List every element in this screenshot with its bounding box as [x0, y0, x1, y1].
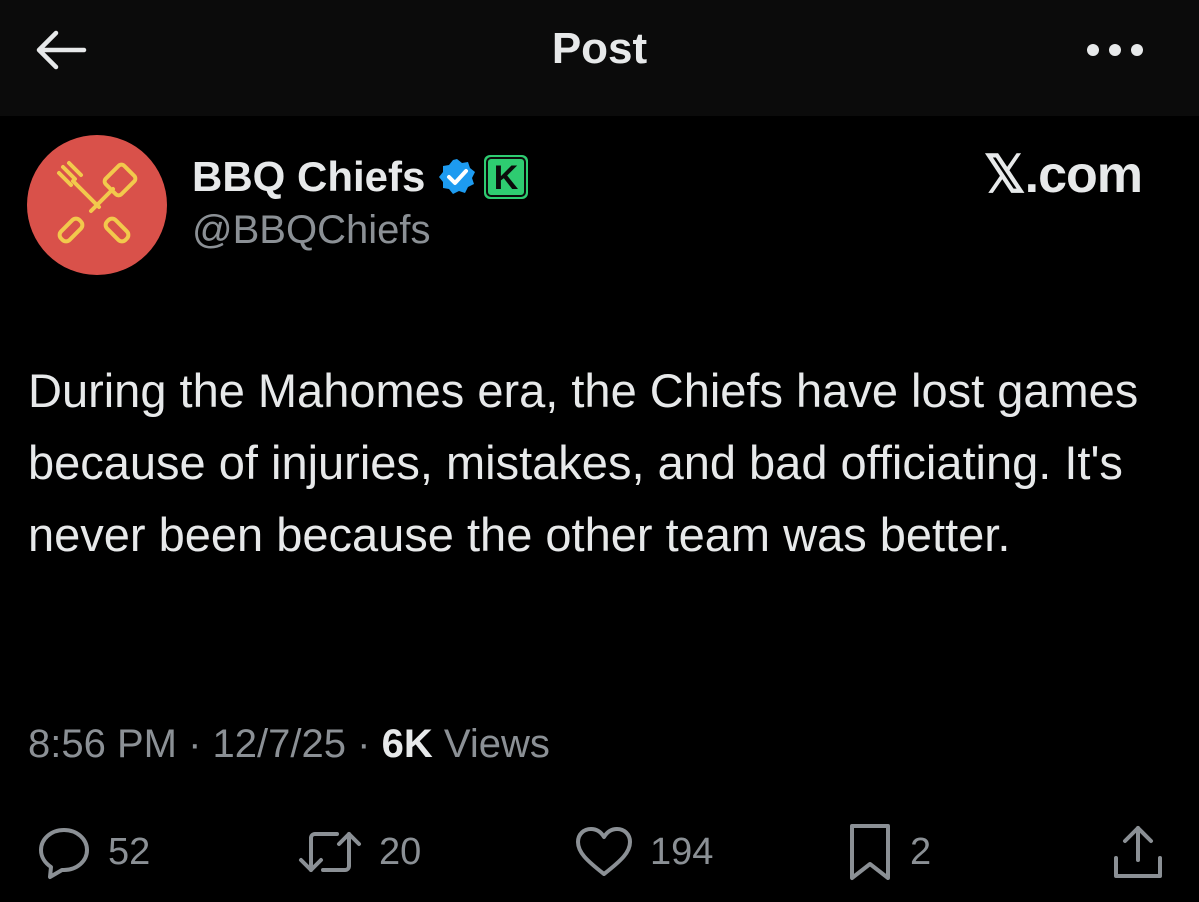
- views-count: 6K: [381, 722, 433, 766]
- share-icon: [1114, 826, 1162, 878]
- post-time[interactable]: 8:56 PM: [28, 722, 177, 766]
- affiliate-badge-letter: K: [494, 159, 519, 197]
- reply-count: 52: [108, 830, 151, 873]
- heart-icon: [576, 827, 632, 876]
- repost-count: 20: [379, 830, 422, 873]
- affiliate-badge[interactable]: K: [483, 154, 529, 200]
- meta-separator: ·: [188, 722, 202, 766]
- reply-button[interactable]: 52: [36, 820, 150, 884]
- repost-icon: [299, 832, 361, 872]
- top-bar: Post: [0, 0, 1199, 116]
- author-handle[interactable]: @BBQChiefs: [192, 208, 430, 253]
- crossed-bbq-tools-icon: [57, 161, 138, 244]
- author-name-row: BBQ Chiefs K: [192, 150, 529, 204]
- avatar[interactable]: [27, 135, 167, 275]
- like-button[interactable]: 194: [574, 820, 713, 884]
- post-text: During the Mahomes era, the Chiefs have …: [28, 364, 1139, 561]
- bookmark-button[interactable]: 2: [846, 820, 931, 884]
- reply-bubble-icon: [39, 828, 89, 879]
- views-label: Views: [443, 722, 550, 766]
- post-date[interactable]: 12/7/25: [213, 722, 346, 766]
- like-count: 194: [650, 830, 714, 873]
- share-button[interactable]: [1108, 820, 1168, 884]
- bookmark-count: 2: [910, 830, 932, 873]
- post-meta: 8:56 PM · 12/7/25 · 6K Views: [28, 722, 550, 767]
- more-options-button[interactable]: [1080, 28, 1150, 72]
- meta-separator: ·: [357, 722, 371, 766]
- author-display-name[interactable]: BBQ Chiefs: [192, 153, 425, 201]
- bookmark-icon: [850, 824, 890, 880]
- verified-badge-icon: [439, 159, 476, 194]
- page-title: Post: [551, 24, 648, 73]
- more-horizontal-icon: [1087, 44, 1143, 56]
- affiliate-k-badge-icon: K: [484, 155, 529, 199]
- repost-button[interactable]: 20: [297, 820, 421, 884]
- source-watermark: 𝕏.com: [983, 146, 1143, 204]
